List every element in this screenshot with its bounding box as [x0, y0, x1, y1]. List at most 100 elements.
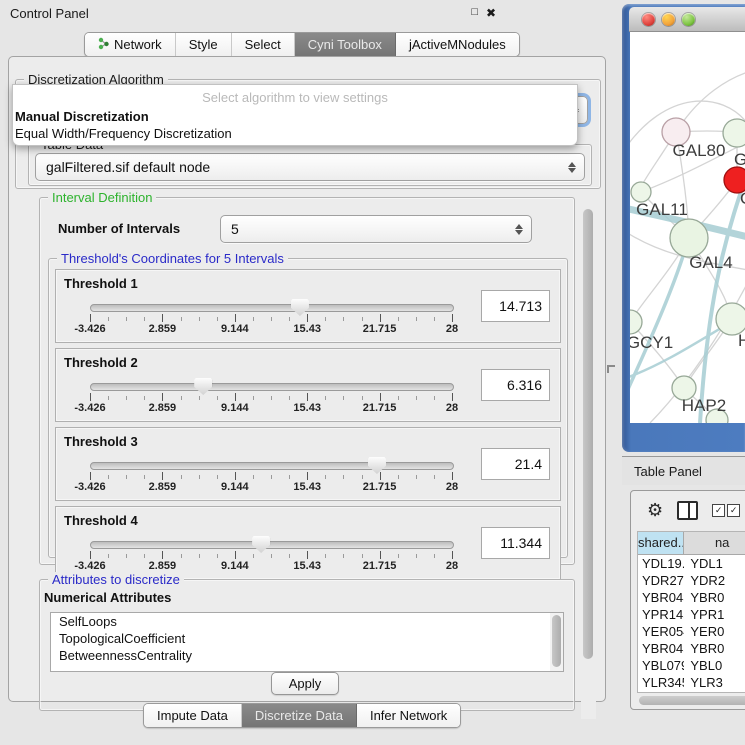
threshold-slider[interactable] [90, 383, 454, 391]
list-item[interactable]: SelfLoops [51, 613, 563, 630]
check-all-icon-2[interactable]: ✓ [727, 504, 740, 517]
tab-discretize-data[interactable]: Discretize Data [242, 704, 357, 727]
table-row[interactable]: YLR345W YLR3 [638, 674, 745, 691]
minor-tick [217, 396, 218, 400]
cyni-mode-tabs: Impute Data Discretize Data Infer Networ… [143, 703, 461, 728]
threshold-label: Threshold 1 [64, 276, 138, 291]
panel-scrollbar-thumb[interactable] [583, 209, 593, 659]
table-row[interactable]: YDL19... YDL1 [638, 555, 745, 572]
threshold-label: Threshold 2 [64, 355, 138, 370]
tab-select[interactable]: Select [232, 33, 295, 56]
control-panel-title: Control Panel [10, 6, 89, 21]
minor-tick [253, 475, 254, 479]
num-intervals-combo[interactable]: 5 [220, 215, 532, 243]
table-rows: YDL19... YDL1 YDR27... YDR2 YBR043C YBR0… [638, 555, 745, 693]
zoom-window-icon[interactable] [682, 13, 695, 26]
minor-tick [398, 396, 399, 400]
scale-label: 2.859 [149, 402, 177, 414]
check-all-icon[interactable]: ✓ [712, 504, 725, 517]
gear-icon[interactable]: ⚙ [647, 501, 663, 519]
tab-impute-data[interactable]: Impute Data [144, 704, 242, 727]
table-hscrollbar[interactable] [637, 695, 745, 706]
table-row[interactable]: YBR043C YBR0 [638, 589, 745, 606]
major-tick [452, 314, 453, 322]
columns-icon[interactable] [677, 501, 698, 520]
threshold-panel: Threshold 1 -3.4262.8599.14415.4321.7152… [55, 269, 561, 343]
table-data-combo[interactable]: galFiltered.sif default node [35, 153, 585, 181]
thresholds-group: Threshold's Coordinates for 5 Intervals … [48, 258, 568, 558]
list-scrollbar-thumb[interactable] [552, 615, 561, 667]
minor-tick [144, 396, 145, 400]
thresholds-container: Threshold 1 -3.4262.8599.14415.4321.7152… [55, 269, 561, 585]
minor-tick [144, 317, 145, 321]
list-scrollbar[interactable] [550, 613, 563, 671]
panel-scrollbar[interactable] [581, 199, 596, 719]
table-panel: ⚙ ✓ ✓ shared... na YDL19... YDL1 YDR27..… [630, 490, 745, 710]
table-row[interactable]: YER054C YER0 [638, 623, 745, 640]
cell-shared: YDL19... [638, 555, 684, 572]
table-panel-title: Table Panel [634, 464, 702, 479]
float-window-icon[interactable]: □ [471, 6, 478, 18]
tab-network[interactable]: Network [85, 33, 176, 56]
dropdown-placeholder: Select algorithm to view settings [13, 85, 577, 108]
cell-shared: YBR043C [638, 589, 684, 606]
control-panel-tabs: Network Style Select Cyni Toolbox jActiv… [84, 32, 520, 57]
threshold-panel: Threshold 4 -3.4262.8599.14415.4321.7152… [55, 506, 561, 580]
table-row[interactable]: YDR27... YDR2 [638, 572, 745, 589]
close-window-icon[interactable] [642, 13, 655, 26]
minor-tick [362, 317, 363, 321]
major-tick [307, 314, 308, 322]
threshold-value[interactable]: 6.316 [481, 369, 550, 401]
minor-tick [181, 396, 182, 400]
major-tick [162, 314, 163, 322]
table-row[interactable]: YPR145W YPR1 [638, 606, 745, 623]
list-item[interactable]: TopologicalCoefficient [51, 630, 563, 647]
threshold-slider[interactable] [90, 541, 454, 549]
table-hscrollbar-thumb[interactable] [639, 696, 745, 705]
scale-label: -3.426 [74, 323, 105, 335]
cell-name: YBR0 [684, 589, 745, 606]
minor-tick [343, 554, 344, 558]
network-view-window: GAL80 G C GAL11 GAL4 GCY1 H HAP2 [622, 4, 745, 452]
major-tick [452, 472, 453, 480]
minimize-window-icon[interactable] [662, 13, 675, 26]
threshold-slider[interactable] [90, 462, 454, 470]
tab-label: Network [114, 37, 162, 52]
major-tick [380, 551, 381, 559]
major-tick [380, 393, 381, 401]
apply-button[interactable]: Apply [271, 672, 339, 695]
minor-tick [398, 554, 399, 558]
scale-label: 15.43 [293, 402, 321, 414]
close-panel-icon[interactable]: ✖ [486, 6, 496, 20]
dropdown-option-manual[interactable]: Manual Discretization [13, 108, 577, 125]
split-pane-grip[interactable] [607, 365, 615, 373]
scale-label: 28 [446, 402, 458, 414]
threshold-value[interactable]: 11.344 [481, 527, 550, 559]
cell-shared: YDR27... [638, 572, 684, 589]
network-canvas[interactable]: GAL80 G C GAL11 GAL4 GCY1 H HAP2 [630, 32, 745, 423]
major-tick [235, 472, 236, 480]
table-row[interactable]: YBL079W YBL0 [638, 657, 745, 674]
tab-style[interactable]: Style [176, 33, 232, 56]
threshold-value[interactable]: 14.713 [481, 290, 550, 322]
major-tick [380, 314, 381, 322]
scale-label: 28 [446, 323, 458, 335]
tab-cyni-toolbox[interactable]: Cyni Toolbox [295, 33, 396, 56]
slider-ticks [90, 314, 452, 323]
table-row[interactable]: YIL052C YIL0 [638, 691, 745, 693]
threshold-label: Threshold 4 [64, 513, 138, 528]
tab-infer-network[interactable]: Infer Network [357, 704, 460, 727]
column-header-name[interactable]: na [684, 532, 745, 554]
node-table[interactable]: shared... na YDL19... YDL1 YDR27... YDR2… [637, 531, 745, 693]
minor-tick [217, 317, 218, 321]
minor-tick [434, 396, 435, 400]
minor-tick [416, 317, 417, 321]
table-row[interactable]: YBR045C YBR0 [638, 640, 745, 657]
column-header-shared[interactable]: shared... [638, 532, 684, 554]
tab-jactivemnodules[interactable]: jActiveMNodules [396, 33, 519, 56]
threshold-slider[interactable] [90, 304, 454, 312]
dropdown-option-equal-width[interactable]: Equal Width/Frequency Discretization [13, 125, 577, 142]
list-item[interactable]: BetweennessCentrality [51, 647, 563, 664]
numerical-attributes-list[interactable]: SelfLoops TopologicalCoefficient Between… [50, 612, 564, 672]
threshold-value[interactable]: 21.4 [481, 448, 550, 480]
